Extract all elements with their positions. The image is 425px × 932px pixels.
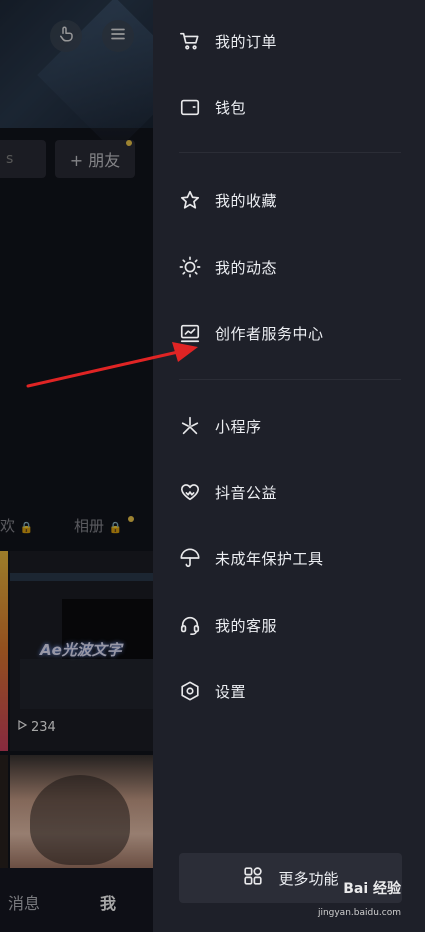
baidu-watermark: Bai 经验 [343, 881, 401, 897]
creator-icon [179, 322, 201, 344]
menu-item-label: 抖音公益 [215, 483, 278, 502]
divider [179, 379, 401, 380]
sun-icon [179, 256, 201, 278]
menu-item-moments[interactable]: 我的动态 [179, 247, 277, 287]
menu-item-charity[interactable]: 抖音公益 [179, 472, 277, 512]
umbrella-icon [179, 547, 201, 569]
menu-item-label: 创作者服务中心 [215, 324, 324, 343]
menu-item-wallet[interactable]: 钱包 [179, 87, 246, 127]
mini-program-icon [179, 415, 201, 437]
profile-page-background: s + 朋友 欢 🔒 相册 🔒 Ae光波文字 234 消息 我 [0, 0, 153, 932]
menu-item-label: 未成年保护工具 [215, 549, 324, 568]
gear-icon [179, 680, 201, 702]
menu-item-mini-programs[interactable]: 小程序 [179, 406, 262, 446]
menu-item-creator-center[interactable]: 创作者服务中心 [179, 313, 324, 353]
more-features-label: 更多功能 [278, 869, 339, 888]
menu-item-settings[interactable]: 设置 [179, 671, 246, 711]
divider [179, 152, 401, 153]
star-icon [179, 189, 201, 211]
menu-item-label: 我的客服 [215, 616, 278, 635]
menu-item-label: 我的订单 [215, 32, 278, 51]
heart-icon [179, 481, 201, 503]
drawer-overlay[interactable] [0, 0, 153, 932]
grid-apps-icon [242, 865, 264, 891]
menu-item-orders[interactable]: 我的订单 [179, 21, 277, 61]
menu-item-customer-service[interactable]: 我的客服 [179, 605, 277, 645]
menu-item-label: 小程序 [215, 417, 262, 436]
cart-icon [179, 30, 201, 52]
menu-item-favorites[interactable]: 我的收藏 [179, 180, 277, 220]
side-drawer: 我的订单 钱包 我的收藏 我的动态 创作者服务中心 小程序 抖音公益 未成年保护… [153, 0, 425, 932]
menu-item-label: 我的动态 [215, 258, 278, 277]
menu-item-label: 我的收藏 [215, 191, 278, 210]
menu-item-label: 设置 [215, 682, 247, 701]
wallet-icon [179, 96, 201, 118]
menu-item-label: 钱包 [215, 98, 247, 117]
watermark-url: jingyan.baidu.com [317, 908, 401, 918]
menu-item-minor-protection[interactable]: 未成年保护工具 [179, 538, 324, 578]
headset-icon [179, 614, 201, 636]
